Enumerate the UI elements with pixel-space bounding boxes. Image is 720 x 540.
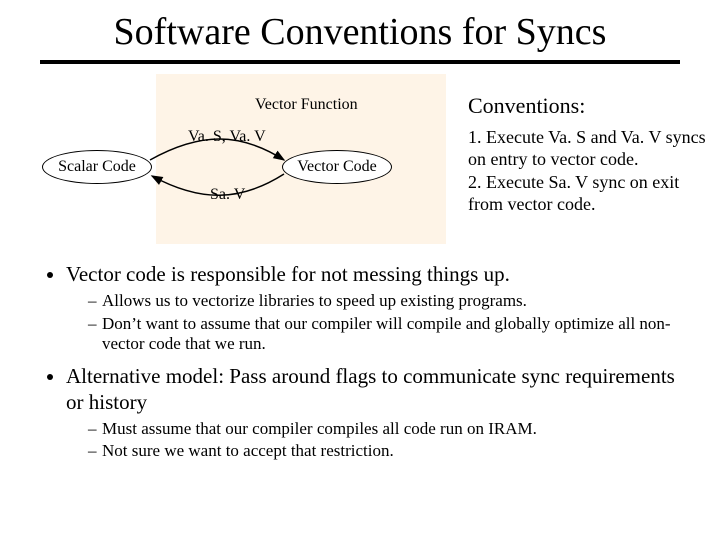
vector-code-text: Vector Code [297, 158, 377, 176]
vector-function-label: Vector Function [255, 96, 358, 114]
vector-code-oval: Vector Code [282, 150, 392, 184]
scalar-code-oval: Scalar Code [42, 150, 152, 184]
bullet-1-text: Vector code is responsible for not messi… [66, 262, 510, 286]
bullet-1-sublist: Allows us to vectorize libraries to spee… [66, 291, 678, 354]
sync-out-label: Sa. V [210, 186, 245, 204]
bullet-2-sublist: Must assume that our compiler compiles a… [66, 419, 678, 462]
conventions-header: Conventions: [468, 92, 708, 120]
scalar-code-text: Scalar Code [58, 158, 136, 176]
bullet-1: Vector code is responsible for not messi… [66, 262, 678, 354]
bullet-2a: Must assume that our compiler compiles a… [88, 419, 678, 439]
bullet-region: Vector code is responsible for not messi… [0, 250, 720, 462]
title-rule [40, 60, 680, 64]
bullet-2-text: Alternative model: Pass around flags to … [66, 364, 675, 413]
bullet-1a: Allows us to vectorize libraries to spee… [88, 291, 678, 311]
convention-1: 1. Execute Va. S and Va. V syncs on entr… [468, 126, 708, 171]
slide-title: Software Conventions for Syncs [0, 0, 720, 58]
convention-2: 2. Execute Sa. V sync on exit from vecto… [468, 171, 708, 216]
bullet-list: Vector code is responsible for not messi… [42, 262, 678, 462]
slide: Software Conventions for Syncs Vector Fu… [0, 0, 720, 540]
bullet-2b: Not sure we want to accept that restrict… [88, 441, 678, 461]
sync-in-label: Va. S, Va. V [188, 128, 266, 146]
bullet-1b: Don’t want to assume that our compiler w… [88, 314, 678, 355]
diagram-region: Vector Function Scalar Code Vector Code … [0, 74, 720, 250]
bullet-2: Alternative model: Pass around flags to … [66, 364, 678, 461]
conventions-block: Conventions: 1. Execute Va. S and Va. V … [468, 92, 708, 216]
